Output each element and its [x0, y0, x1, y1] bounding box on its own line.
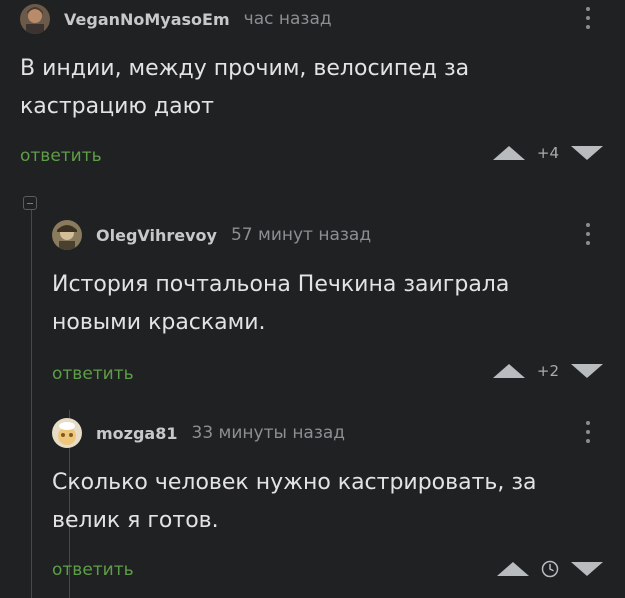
avatar[interactable]	[20, 4, 50, 34]
reply-button[interactable]: ответить	[52, 560, 134, 580]
upvote-arrow-icon[interactable]	[492, 364, 525, 378]
more-vertical-icon[interactable]	[585, 418, 591, 446]
downvote-arrow-icon[interactable]	[571, 146, 603, 160]
vote-controls: +4	[492, 144, 603, 162]
downvote-arrow-icon[interactable]	[571, 562, 603, 576]
comment-text-line: В индии, между прочим, велосипед за	[20, 56, 470, 81]
comment-text-line: велик я готов.	[52, 508, 219, 533]
more-vertical-icon[interactable]	[585, 220, 591, 248]
comment-header: mozga81 33 минуты назад	[52, 414, 345, 452]
more-vertical-icon[interactable]	[585, 4, 591, 32]
score: +4	[536, 144, 559, 162]
collapse-thread-icon[interactable]	[23, 196, 37, 210]
vote-controls: +2	[492, 362, 603, 380]
score: +2	[536, 362, 559, 380]
timestamp: час назад	[243, 9, 332, 29]
comment-header: VeganNoMyasoEm час назад	[20, 0, 332, 38]
username[interactable]: mozga81	[96, 424, 178, 443]
username[interactable]: VeganNoMyasoEm	[64, 10, 230, 29]
clock-icon	[541, 560, 559, 578]
comment-text: Сколько человек нужно кастрировать, за в…	[52, 464, 585, 540]
upvote-arrow-icon[interactable]	[497, 562, 529, 576]
comment-text: История почтальона Печкина заиграла новы…	[52, 266, 585, 342]
avatar[interactable]	[52, 418, 82, 448]
username[interactable]: OlegVihrevoy	[96, 226, 217, 245]
comment-text-line: кастрацию дают	[20, 94, 214, 119]
reply-button[interactable]: ответить	[20, 146, 102, 166]
comment-text-line: Сколько человек нужно кастрировать, за	[52, 470, 537, 495]
reply-button[interactable]: ответить	[52, 364, 134, 384]
comment-text-line: История почтальона Печкина заиграла	[52, 272, 510, 297]
comment-header: OlegVihrevoy 57 минут назад	[52, 216, 371, 254]
comment-text-line: новыми красками.	[52, 310, 266, 335]
timestamp: 33 минуты назад	[191, 423, 346, 443]
downvote-arrow-icon[interactable]	[571, 364, 603, 378]
avatar[interactable]	[52, 220, 82, 250]
comment-text: В индии, между прочим, велосипед за каст…	[20, 50, 585, 126]
timestamp: 57 минут назад	[230, 225, 372, 245]
vote-controls	[497, 560, 603, 578]
upvote-arrow-icon[interactable]	[492, 146, 525, 160]
thread-line	[31, 202, 32, 598]
